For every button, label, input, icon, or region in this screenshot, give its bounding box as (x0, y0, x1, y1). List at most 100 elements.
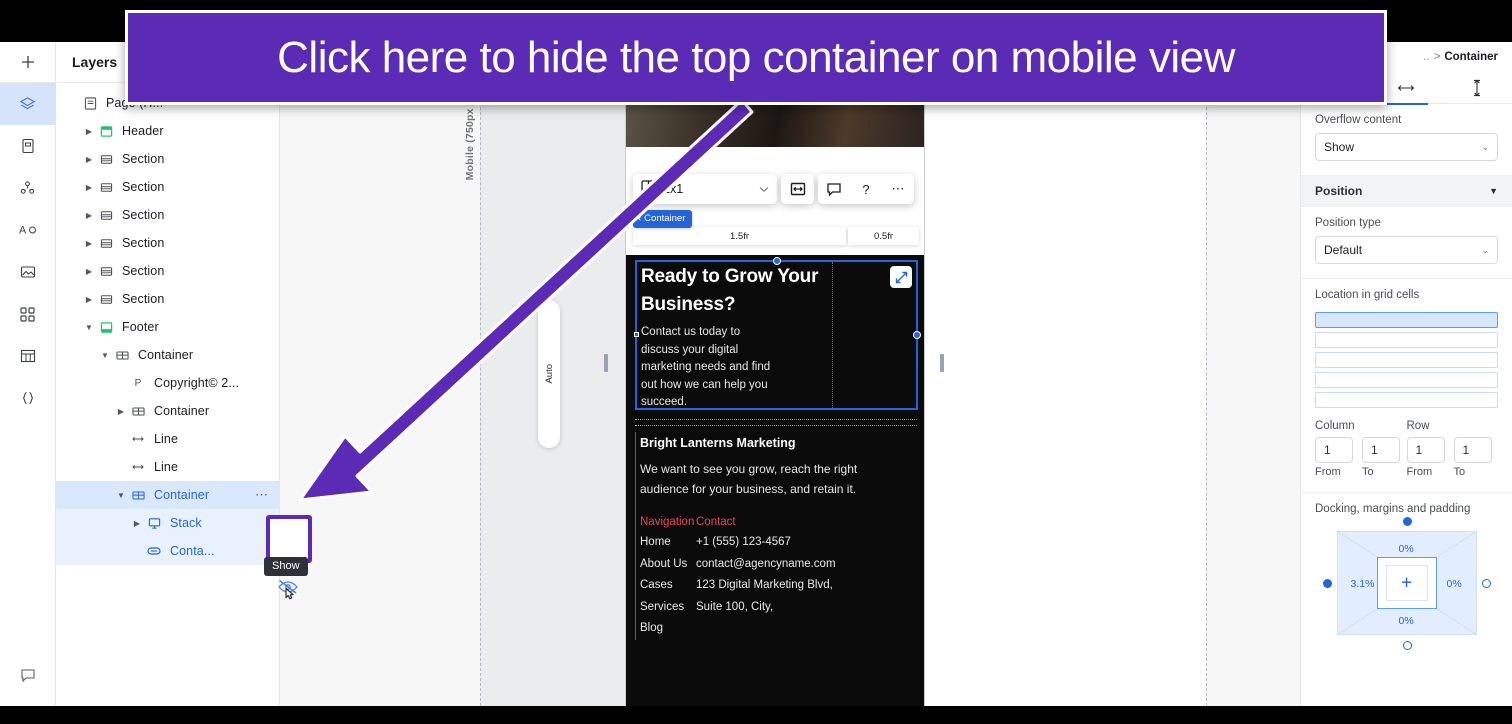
footer-nav-link[interactable]: About Us (640, 554, 692, 576)
ellipsis-icon[interactable]: ⋯ (882, 174, 914, 204)
add-icon[interactable] (0, 42, 56, 83)
cta-container-selected[interactable]: Ready to Grow Your Business? Contact us … (634, 257, 921, 410)
footer-nav-link[interactable]: Cases (640, 575, 692, 597)
tab-size-height[interactable] (1442, 72, 1512, 104)
resize-handle-left[interactable] (634, 332, 639, 337)
caret-down-icon[interactable]: ▼ (114, 491, 128, 500)
context-toolbar[interactable]: 2x1 ? ⋯ (633, 174, 914, 204)
grid-cell-row[interactable] (1315, 372, 1498, 388)
row-from-input[interactable]: 1 (1406, 437, 1445, 463)
footer-nav-link[interactable]: Home (640, 532, 692, 554)
layers-icon[interactable] (0, 83, 56, 125)
caret-right-icon[interactable]: ▶ (82, 183, 96, 192)
resize-tick-right[interactable] (940, 354, 944, 372)
footer-contact-item[interactable]: 123 Digital Marketing Blvd, Suite 100, C… (696, 575, 842, 618)
dock-left-handle[interactable] (1322, 579, 1332, 588)
code-icon[interactable] (0, 377, 56, 419)
cms-icon[interactable] (0, 335, 56, 377)
grid-cell-row[interactable] (1315, 352, 1498, 368)
layer-row-container[interactable]: ▼ Container ⋯ (56, 481, 279, 509)
layer-row-more-icon[interactable]: ⋯ (255, 487, 269, 503)
breadcrumb-prefix[interactable]: .. (1423, 51, 1429, 63)
layer-row-conta[interactable]: ▶Conta... (56, 537, 279, 565)
grid-cell-row[interactable] (1315, 312, 1498, 328)
resize-handle-top[interactable] (772, 257, 781, 265)
caret-right-icon[interactable]: ▶ (82, 295, 96, 304)
row-to-input[interactable]: 1 (1453, 437, 1492, 463)
layer-row-copyright-2[interactable]: ▶PCopyright© 2... (56, 369, 279, 397)
resize-tick-left[interactable] (604, 354, 608, 372)
toolbar-actions[interactable]: ? ⋯ (818, 174, 914, 204)
apps-icon[interactable] (0, 293, 56, 335)
caret-right-icon[interactable]: ▶ (130, 519, 144, 528)
design-canvas[interactable]: Mobile (750px and be Why Your Social Med… (280, 42, 1300, 706)
margin-right-value[interactable]: 0% (1447, 578, 1462, 590)
dock-bottom-handle[interactable] (1402, 641, 1412, 650)
column-to-input[interactable]: 1 (1362, 437, 1400, 463)
resize-button[interactable] (781, 174, 814, 204)
margin-top-value[interactable]: 0% (1399, 543, 1414, 555)
typography-icon[interactable]: A (0, 209, 56, 251)
grid-fraction-col2[interactable]: 0.5fr (848, 227, 919, 245)
eye-off-icon[interactable] (276, 578, 302, 600)
grid-cell-rows[interactable] (1315, 312, 1498, 408)
caret-right-icon[interactable]: ▶ (114, 407, 128, 416)
position-section-header[interactable]: Position ▼ (1301, 176, 1512, 207)
margin-bottom-value[interactable]: 0% (1399, 615, 1414, 627)
margin-left-value[interactable]: 3.1% (1351, 578, 1375, 590)
resize-horizontal-icon[interactable] (782, 174, 814, 204)
media-icon[interactable] (0, 251, 56, 293)
caret-right-icon[interactable]: ▶ (82, 239, 96, 248)
show-toggle-highlight[interactable] (266, 515, 312, 563)
layer-row-container[interactable]: ▶ Container (56, 397, 279, 425)
chevron-down-icon[interactable]: ▼ (1489, 186, 1498, 196)
position-type-select[interactable]: Default ⌄ (1315, 236, 1498, 264)
grid-fraction-col1[interactable]: 1.5fr (633, 227, 846, 245)
footer-content[interactable]: Bright Lanterns Marketing We want to see… (635, 432, 917, 640)
layer-row-section[interactable]: ▶ Section (56, 201, 279, 229)
caret-right-icon[interactable]: ▶ (82, 267, 96, 276)
grid-cell-row[interactable] (1315, 392, 1498, 408)
layer-row-section[interactable]: ▶ Section (56, 285, 279, 313)
dock-top-handle[interactable] (1402, 517, 1412, 526)
breadcrumb-current[interactable]: Container (1444, 51, 1498, 63)
footer-contact-item[interactable]: +1 (555) 123-4567 (696, 532, 842, 554)
caret-down-icon[interactable]: ▼ (82, 323, 96, 332)
grid-fraction-bar[interactable]: 1.5fr 0.5fr (633, 227, 919, 245)
components-icon[interactable] (0, 167, 56, 209)
layer-row-header[interactable]: ▶ Header (56, 117, 279, 145)
pages-icon[interactable] (0, 125, 56, 167)
layer-row-section[interactable]: ▶ Section (56, 257, 279, 285)
column-from-input[interactable]: 1 (1315, 437, 1353, 463)
docking-inner-box[interactable]: + (1376, 557, 1437, 609)
mobile-preview-frame[interactable]: Why Your Social Media Campaigns Shouldn’… (625, 42, 925, 706)
docking-widget[interactable]: + 0% 0% 0% 3.1% (1322, 517, 1491, 650)
layer-row-footer[interactable]: ▼ Footer (56, 313, 279, 341)
plus-icon[interactable]: + (1401, 574, 1412, 593)
layer-row-section[interactable]: ▶ Section (56, 173, 279, 201)
question-mark-icon[interactable]: ? (850, 174, 882, 204)
footer-nav-link[interactable]: Blog (640, 618, 692, 640)
expand-diagonal-icon[interactable] (890, 266, 912, 288)
overflow-select[interactable]: Show ⌄ (1315, 133, 1498, 161)
row-size-auto-pill[interactable]: Auto (538, 300, 560, 448)
chevron-down-icon[interactable] (759, 180, 769, 198)
dock-right-handle[interactable] (1481, 579, 1491, 588)
caret-right-icon[interactable]: ▶ (82, 127, 96, 136)
layout-selector[interactable]: 2x1 (633, 174, 777, 204)
layer-row-section[interactable]: ▶ Section (56, 145, 279, 173)
footer-nav-link[interactable]: Services (640, 597, 692, 619)
layer-row-stack[interactable]: ▶ Stack (56, 509, 279, 537)
layer-row-line[interactable]: ▶Line (56, 425, 279, 453)
footer-contact-item[interactable]: contact@agencyname.com (696, 554, 842, 576)
comment-icon[interactable] (818, 174, 850, 204)
caret-down-icon[interactable]: ▼ (98, 351, 112, 360)
caret-right-icon[interactable]: ▶ (82, 155, 96, 164)
chat-icon[interactable] (0, 654, 56, 696)
layer-row-section[interactable]: ▶ Section (56, 229, 279, 257)
selection-tag[interactable]: ‹ Container (633, 210, 693, 228)
grid-cell-row[interactable] (1315, 332, 1498, 348)
caret-right-icon[interactable]: ▶ (82, 211, 96, 220)
layer-row-line[interactable]: ▶Line (56, 453, 279, 481)
resize-handle-right[interactable] (913, 331, 921, 339)
